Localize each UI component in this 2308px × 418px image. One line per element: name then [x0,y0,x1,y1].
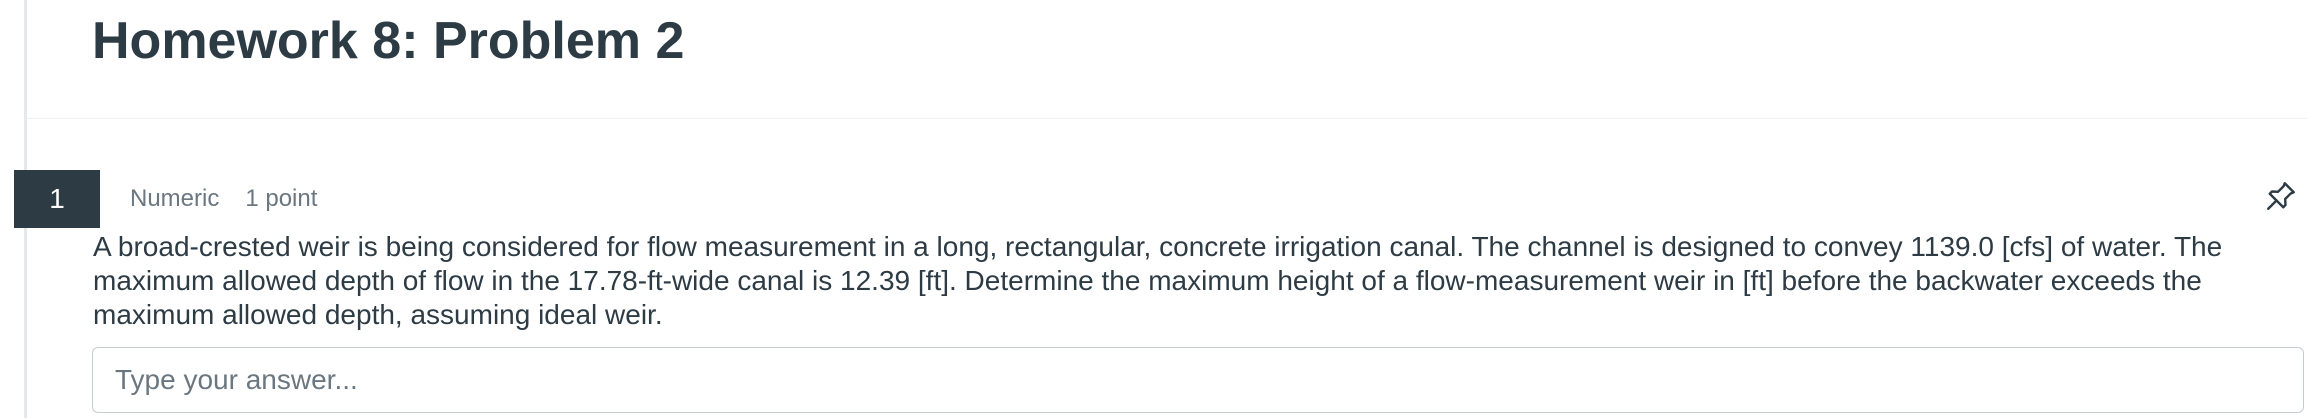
answer-input[interactable] [92,347,2304,413]
question-text: A broad-crested weir is being considered… [93,231,2223,330]
question-number-badge: 1 [14,170,100,228]
header-divider [27,118,2308,119]
question-type: Numeric [130,185,220,212]
page-title: Homework 8: Problem 2 [92,12,685,70]
quiz-page: Homework 8: Problem 2 1 Numeric 1 point A… [0,0,2308,418]
pin-icon[interactable] [2263,178,2299,214]
question-meta: Numeric 1 point [130,182,317,216]
question-points: 1 point [245,185,318,212]
